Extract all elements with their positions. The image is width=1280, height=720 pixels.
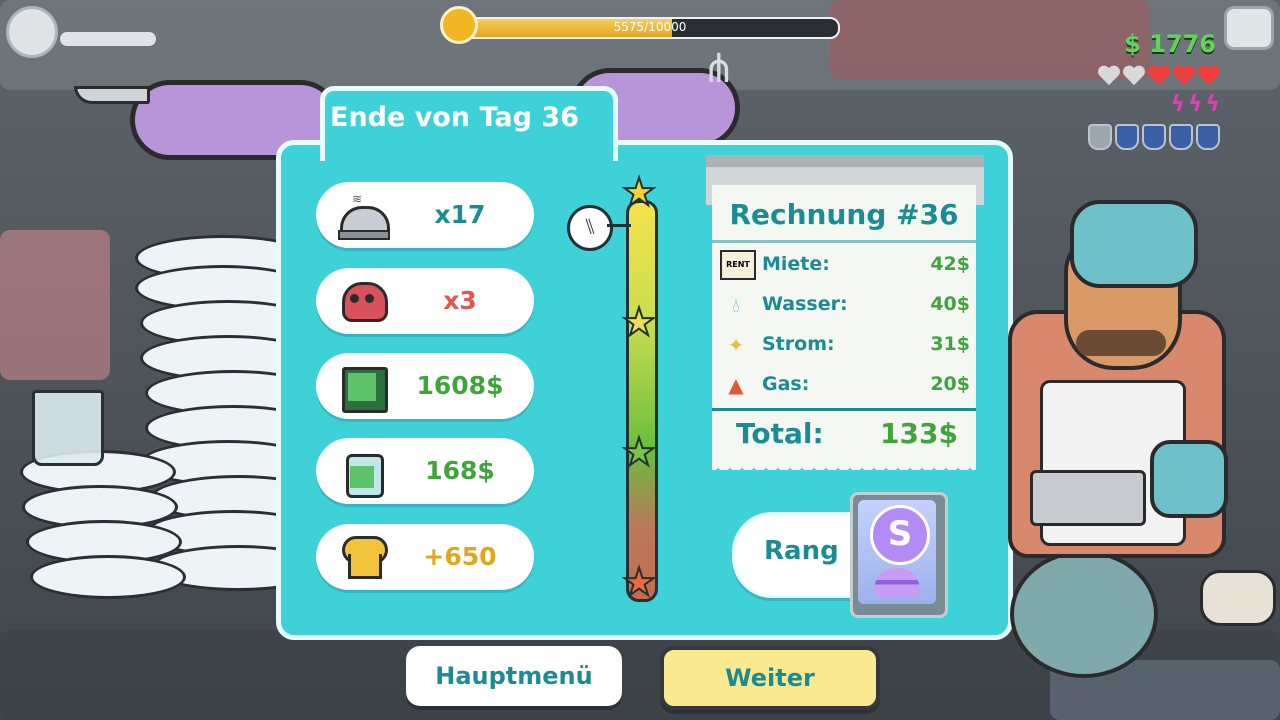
chef-hand-illustration [1150,440,1228,518]
tip-jar-icon [338,448,386,498]
stat-value: 168$ [425,456,495,485]
stat-value: 1608$ [416,371,504,400]
receipt-printer-slot [706,155,984,167]
police-badge-icon [1169,124,1193,150]
fork-knife-icon: ⑊ [567,205,613,251]
police-badges [1088,124,1220,150]
heart-full-icon [1173,66,1195,88]
sad-star-icon: ★ [621,300,657,344]
stat-value: +650 [423,542,497,571]
day-summary-title: Ende von Tag 36 [330,102,579,133]
bill-label: Strom: [762,333,835,355]
lost-customers-stat: x3 [316,268,534,334]
background-table [0,230,110,380]
bill-row-electricity: ✦ Strom: 31$ [720,326,970,362]
receipt-torn-edge [712,458,976,470]
chef-mustache-illustration [1076,330,1166,356]
bill-label: Wasser: [762,293,848,315]
satisfaction-meter [626,200,658,602]
bill-value: 42$ [930,253,970,275]
heart-eyes-star-icon: ★ [621,170,657,214]
light-bulb-icon: ✦ [727,333,745,357]
police-badge-icon [1196,124,1220,150]
meter-marker-line [607,224,631,227]
energy-bolts: ϟϟϟ [1170,94,1220,116]
rank-label: Rang [764,536,839,566]
stat-value: x3 [443,286,477,315]
bill-value: 40$ [930,293,970,315]
bill-total-label: Total: [736,417,824,450]
top-left-icon [6,6,58,58]
energy-bolt-icon: ϟ [1187,92,1203,117]
heart-full-icon [1148,66,1170,88]
rent-sign-icon: RENT [720,250,756,280]
chef-fist-illustration [1070,200,1198,288]
water-drop-icon: 💧︎ [732,293,740,317]
top-left-bar [60,32,156,46]
stat-value: x17 [434,200,486,229]
police-badge-empty-icon [1088,124,1112,150]
chef-hat-icon [338,534,388,580]
bill-value: 31$ [930,333,970,355]
main-menu-button[interactable]: Hauptmenü [406,646,622,706]
zombie-head-illustration [1010,550,1158,678]
police-badge-icon [1142,124,1166,150]
bill-total-value: 133$ [880,417,958,450]
dead-star-icon: ★ [621,430,657,474]
bill-row-gas: ▲ Gas: 20$ [720,366,970,402]
bill-value: 20$ [930,373,970,395]
rank-letter-badge: S [870,505,930,565]
served-customers-stat: ≋ x17 [316,182,534,248]
angry-star-icon: ★ [621,560,657,604]
continue-button[interactable]: Weiter [660,646,880,710]
police-badge-icon [1115,124,1139,150]
money-counter: $ 1776 [1124,30,1216,58]
top-right-icon [1224,6,1274,50]
energy-bolt-icon: ϟ [1205,92,1220,117]
income-stat: 1608$ [316,353,534,419]
cash-register-icon [338,363,388,413]
heart-empty-icon [1098,66,1120,88]
xp-progress-text: 5575/10000 [613,20,687,34]
cleaver-icon [1030,470,1146,526]
energy-bolt-icon: ϟ [1170,92,1185,117]
bill-row-water: 💧︎ Wasser: 40$ [720,286,970,322]
lives-hearts [1098,66,1220,88]
chef-boot-illustration [1200,570,1276,626]
bill-row-rent: RENT Miete: 42$ [720,246,970,282]
bill-title: Rechnung #36 [729,198,959,231]
knife-icon [74,86,150,104]
cloche-icon: ≋ [338,192,390,240]
bill-label: Gas: [762,373,810,395]
gas-burner-icon: ▲ [728,373,744,397]
bill-label: Miete: [762,253,830,275]
heart-empty-icon [1123,66,1145,88]
heart-full-icon [1198,66,1220,88]
glass-icon [32,390,104,466]
fork-prop-icon: ⋔ [702,46,736,92]
skull-icon [338,278,388,324]
experience-stat: +650 [316,524,534,590]
tips-stat: 168$ [316,438,534,504]
total-divider [712,408,976,411]
bill-divider [712,240,976,243]
